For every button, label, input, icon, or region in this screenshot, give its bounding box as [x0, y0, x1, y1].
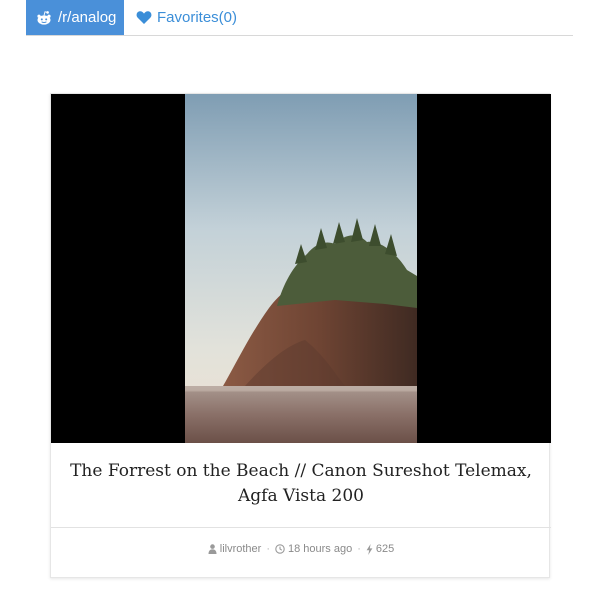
favorites-nav-link[interactable]: Favorites(0) — [136, 0, 237, 35]
user-icon — [208, 544, 217, 554]
post-photo[interactable] — [185, 94, 417, 443]
reddit-icon — [36, 10, 52, 26]
post-time-label: 18 hours ago — [288, 543, 353, 555]
post-score: 625 — [366, 543, 394, 555]
post-title[interactable]: The Forrest on the Beach // Canon Suresh… — [51, 459, 551, 509]
post-author-label: lilvrother — [219, 543, 262, 555]
post-media[interactable] — [51, 94, 551, 443]
heart-icon — [136, 10, 152, 25]
subreddit-nav-label: /r/analog — [58, 9, 117, 26]
post-card: The Forrest on the Beach // Canon Suresh… — [50, 93, 551, 578]
post-author[interactable]: lilvrother — [208, 543, 262, 555]
post-time: 18 hours ago — [275, 543, 352, 555]
meta-separator: · — [357, 543, 361, 555]
subreddit-nav-button[interactable]: /r/analog — [26, 0, 124, 35]
post-meta: lilvrother · 18 hours ago · 625 — [51, 543, 551, 555]
card-divider — [51, 527, 551, 528]
favorites-nav-label: Favorites(0) — [157, 9, 238, 26]
meta-separator: · — [266, 543, 270, 555]
bolt-icon — [366, 543, 373, 555]
post-score-label: 625 — [375, 543, 395, 555]
top-navigation: /r/analog Favorites(0) — [26, 0, 573, 36]
clock-icon — [275, 544, 285, 554]
